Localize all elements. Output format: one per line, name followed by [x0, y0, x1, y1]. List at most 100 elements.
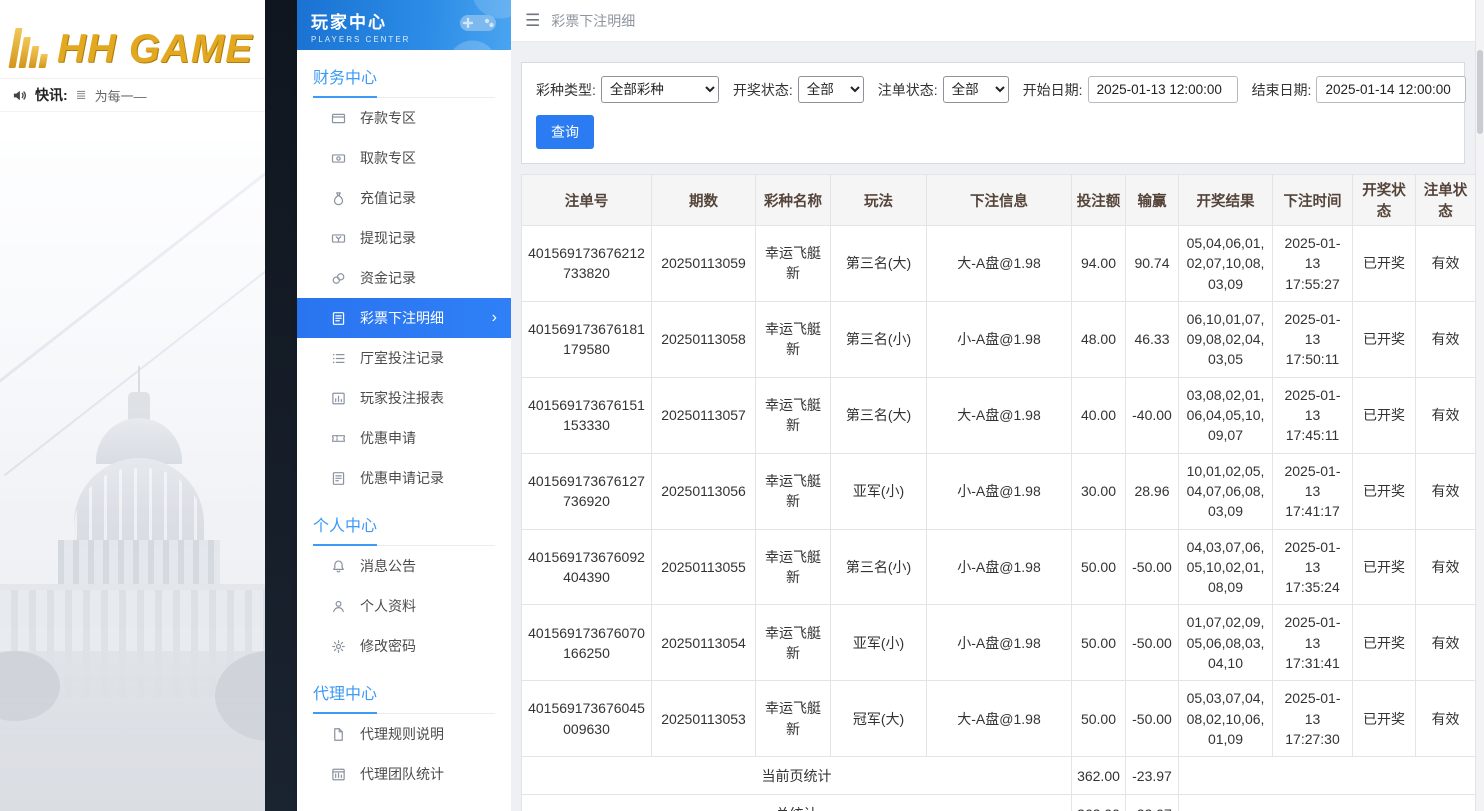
sidebar-section-title: 代理中心	[313, 680, 495, 714]
table-cell: 2025-01-13 17:31:41	[1273, 605, 1353, 681]
table-cell: 28.96	[1126, 453, 1179, 529]
table-cell: -50.00	[1126, 529, 1179, 605]
table-cell: 亚军(小)	[831, 453, 927, 529]
scrollbar-thumb[interactable]	[1477, 50, 1483, 134]
table-cell: 90.74	[1126, 226, 1179, 302]
content-topbar: ☰ 彩票下注明细	[511, 0, 1484, 42]
ticker-text: 为每一—	[95, 86, 147, 105]
table-cell: 2025-01-13 17:45:11	[1273, 377, 1353, 453]
news-ticker: 快讯: ≣ 为每一—	[0, 78, 265, 112]
sidebar-item-withdraw[interactable]: 取款专区	[297, 138, 511, 178]
vertical-scrollbar[interactable]	[1475, 0, 1484, 811]
column-header: 投注额	[1072, 175, 1126, 226]
sidebar-item-gear[interactable]: 修改密码	[297, 626, 511, 666]
logo-text: HH GAME	[57, 30, 253, 68]
table-cell: 第三名(大)	[831, 377, 927, 453]
column-header: 输赢	[1126, 175, 1179, 226]
sidebar-item-user[interactable]: 个人资料	[297, 586, 511, 626]
table-cell: 401569173676181179580	[522, 301, 652, 377]
filter-panel: 彩种类型: 全部彩种 开奖状态: 全部 注单状态: 全部	[521, 62, 1465, 164]
summary-bet-total: 362.00	[1072, 757, 1126, 795]
bet-status-select[interactable]: 全部	[943, 76, 1009, 103]
table-cell: 50.00	[1072, 605, 1126, 681]
page-dim-strip	[265, 0, 297, 811]
site-logo: HH GAME	[0, 0, 265, 68]
sidebar-item-label: 优惠申请	[360, 428, 416, 448]
table-cell: 幸运飞艇新	[756, 301, 831, 377]
sidebar-item-label: 消息公告	[360, 556, 416, 576]
lottery-detail-icon	[330, 311, 346, 326]
draw-status-select[interactable]: 全部	[798, 76, 864, 103]
menu-toggle-icon[interactable]: ☰	[525, 12, 540, 29]
table-cell: 第三名(小)	[831, 301, 927, 377]
speaker-icon	[12, 88, 27, 103]
doc-icon	[330, 727, 346, 742]
logo-bars-icon	[8, 28, 52, 68]
table-cell: 有效	[1416, 377, 1476, 453]
table-row: 40156917367609240439020250113055幸运飞艇新第三名…	[522, 529, 1476, 605]
table-cell: 401569173676127736920	[522, 453, 652, 529]
table-cell: 30.00	[1072, 453, 1126, 529]
sidebar-item-label: 资金记录	[360, 268, 416, 288]
summary-winloss-total: -23.97	[1126, 757, 1179, 795]
table-cell: 401569173676045009630	[522, 681, 652, 757]
sidebar-item-label: 代理规则说明	[360, 724, 444, 744]
table-cell: 已开奖	[1353, 453, 1416, 529]
table-cell: 大-A盘@1.98	[927, 226, 1072, 302]
summary-winloss-total: -23.97	[1126, 795, 1179, 811]
summary-bet-total: 362.00	[1072, 795, 1126, 811]
promo-icon	[330, 431, 346, 446]
table-cell: 大-A盘@1.98	[927, 377, 1072, 453]
table-cell: 2025-01-13 17:50:11	[1273, 301, 1353, 377]
summary-empty-cell	[1179, 757, 1476, 795]
sidebar-item-bell[interactable]: 消息公告	[297, 546, 511, 586]
table-cell: 20250113057	[652, 377, 756, 453]
table-cell: 48.00	[1072, 301, 1126, 377]
funds-icon	[330, 271, 346, 286]
sidebar-item-promo[interactable]: 优惠申请	[297, 418, 511, 458]
end-date-label: 结束日期:	[1252, 80, 1312, 100]
sidebar-item-hall-record[interactable]: 厅室投注记录	[297, 338, 511, 378]
bet-status-label: 注单状态:	[878, 80, 938, 100]
table-cell: 20250113056	[652, 453, 756, 529]
table-cell: 有效	[1416, 453, 1476, 529]
table-cell: 20250113058	[652, 301, 756, 377]
table-cell: 06,10,01,07,09,08,02,04,03,05	[1179, 301, 1273, 377]
table-cell: 已开奖	[1353, 377, 1416, 453]
table-cell: 已开奖	[1353, 605, 1416, 681]
sidebar-item-funds[interactable]: 资金记录	[297, 258, 511, 298]
column-header: 下注时间	[1273, 175, 1353, 226]
table-cell: 有效	[1416, 605, 1476, 681]
underlying-site: HH GAME 快讯: ≣ 为每一—	[0, 0, 265, 811]
draw-status-label: 开奖状态:	[733, 80, 793, 100]
sidebar-item-deposit[interactable]: 存款专区	[297, 98, 511, 138]
sidebar-section-title: 个人中心	[313, 512, 495, 546]
lottery-type-select[interactable]: 全部彩种	[601, 76, 719, 103]
sidebar-item-team-stats[interactable]: 代理团队统计	[297, 754, 511, 794]
start-date-input[interactable]	[1088, 76, 1238, 103]
sidebar-item-lottery-detail[interactable]: 彩票下注明细›	[297, 298, 511, 338]
ticker-label: 快讯:	[35, 85, 68, 105]
sidebar-item-label: 取款专区	[360, 148, 416, 168]
query-button[interactable]: 查询	[536, 115, 594, 149]
table-header-row: 注单号期数彩种名称玩法下注信息投注额输赢开奖结果下注时间开奖状态注单状态	[522, 175, 1476, 226]
column-header: 期数	[652, 175, 756, 226]
column-header: 开奖状态	[1353, 175, 1416, 226]
player-center-sidebar: 玩家中心 PLAYERS CENTER 财务中心存款专区取款专区充值记录提现记录…	[297, 0, 511, 811]
sidebar-item-report[interactable]: 玩家投注报表	[297, 378, 511, 418]
sidebar-item-promo-record[interactable]: 优惠申请记录	[297, 458, 511, 498]
table-cell: 小-A盘@1.98	[927, 301, 1072, 377]
table-cell: 20250113053	[652, 681, 756, 757]
sidebar-item-cashout[interactable]: 提现记录	[297, 218, 511, 258]
list-icon: ≣	[76, 87, 87, 103]
sidebar-item-recharge[interactable]: 充值记录	[297, 178, 511, 218]
summary-label: 当前页统计	[522, 757, 1072, 795]
summary-row: 当前页统计362.00-23.97	[522, 757, 1476, 795]
table-cell: 小-A盘@1.98	[927, 605, 1072, 681]
table-cell: 已开奖	[1353, 681, 1416, 757]
column-header: 下注信息	[927, 175, 1072, 226]
sidebar-item-doc[interactable]: 代理规则说明	[297, 714, 511, 754]
table-cell: -50.00	[1126, 681, 1179, 757]
end-date-input[interactable]	[1316, 76, 1466, 103]
table-cell: 46.33	[1126, 301, 1179, 377]
